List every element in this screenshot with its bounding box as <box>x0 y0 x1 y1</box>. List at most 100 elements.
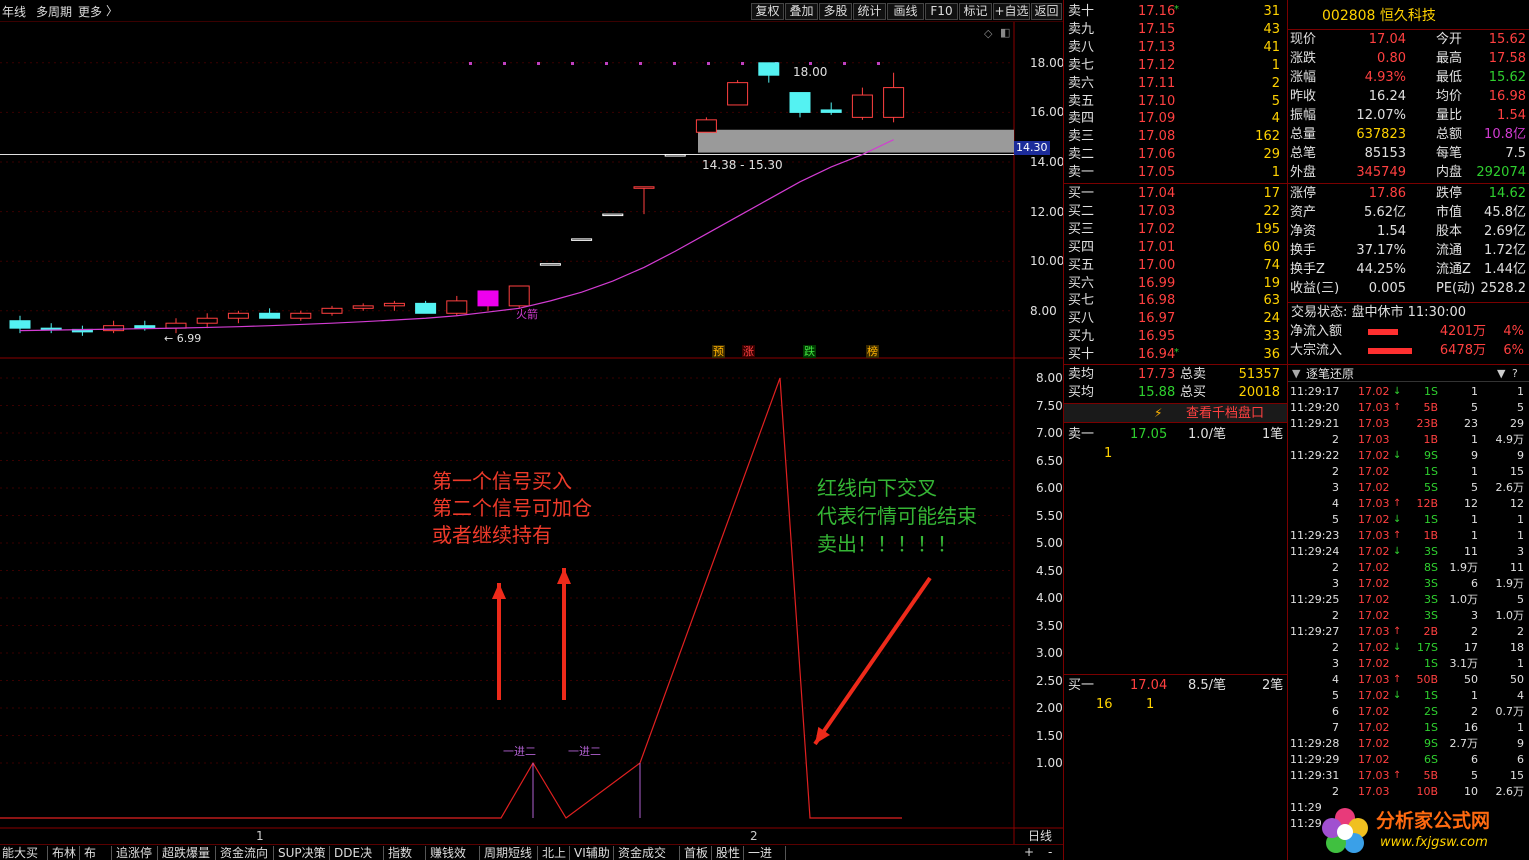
indicator-tab[interactable]: 首板 <box>682 846 712 860</box>
order-level-row[interactable]: 买三 17.02 195 <box>1064 221 1284 239</box>
collapse-icon[interactable]: ▼ <box>1292 368 1300 379</box>
candle[interactable] <box>633 186 655 215</box>
candle[interactable] <box>664 154 686 157</box>
order-level-row[interactable]: 卖四 17.09 4 <box>1064 110 1284 128</box>
candle[interactable] <box>571 238 593 241</box>
order-level-row[interactable]: 卖一 17.05 1 <box>1064 164 1284 182</box>
candle[interactable] <box>727 80 749 106</box>
indicator-tab[interactable]: 资金成交量 <box>616 846 680 860</box>
order-level-row[interactable]: 买十 16.94 * 36 <box>1064 346 1284 364</box>
current-price-tag: 14.30 <box>1014 141 1050 155</box>
badge-rise[interactable]: 涨 <box>742 345 755 358</box>
thousand-level-link[interactable]: ⚡ 查看千档盘口 <box>1064 403 1289 423</box>
toolbar-button-statistics[interactable]: 统计 <box>853 3 886 20</box>
indicator-tab[interactable]: 指数月 <box>386 846 426 860</box>
candle[interactable] <box>352 303 374 311</box>
period-label-day[interactable]: 日线 <box>1028 830 1052 842</box>
zoom-out-button[interactable]: - <box>1048 846 1052 858</box>
toolbar-button-add-watchlist[interactable]: +自选 <box>993 3 1030 20</box>
zoom-in-button[interactable]: + <box>1024 846 1034 858</box>
indicator-tab[interactable]: 布林 <box>50 846 80 860</box>
candle[interactable] <box>883 72 905 123</box>
indicator-axis-tick: 2.50 <box>1036 673 1063 688</box>
badge-forecast[interactable]: 预 <box>712 345 725 358</box>
candle[interactable] <box>820 102 842 115</box>
order-level-row[interactable]: 买九 16.95 33 <box>1064 328 1284 346</box>
candle[interactable] <box>758 62 780 83</box>
level-label: 卖四 <box>1068 111 1095 127</box>
candle[interactable] <box>851 87 873 120</box>
period-selector[interactable]: 年线 <box>2 6 26 18</box>
candle[interactable] <box>227 310 249 324</box>
order-level-row[interactable]: 买八 16.97 24 <box>1064 310 1284 328</box>
indicator-tab[interactable]: 资金流向 <box>218 846 274 860</box>
flow-label: 净流入额 <box>1290 324 1343 339</box>
toolbar-button-multi-stock[interactable]: 多股 <box>819 3 852 20</box>
candle[interactable] <box>602 213 624 217</box>
diamond-icon[interactable]: ◇ <box>984 28 992 39</box>
indicator-tab[interactable]: 周期短线 <box>482 846 538 860</box>
indicator-tab[interactable]: 北上 <box>540 846 570 860</box>
candle[interactable] <box>103 320 125 334</box>
tick-row: 2 17.02 3S 3 1.0万 <box>1288 608 1528 624</box>
quote-value: 15.62 <box>1488 70 1526 85</box>
candle[interactable] <box>508 285 530 309</box>
candle[interactable] <box>196 313 218 329</box>
filter-icon[interactable]: ▼ <box>1497 368 1505 379</box>
candle[interactable] <box>321 305 343 316</box>
order-level-row[interactable]: 买七 16.98 63 <box>1064 292 1284 310</box>
candle[interactable] <box>259 308 281 319</box>
badge-rank[interactable]: 榜 <box>866 345 879 358</box>
order-level-row[interactable]: 买四 17.01 60 <box>1064 239 1284 257</box>
indicator-tab[interactable]: 赚钱效应 <box>428 846 480 860</box>
order-level-row[interactable]: 卖十 17.16 * 31 <box>1064 3 1284 21</box>
indicator-tab[interactable]: 追涨停 <box>114 846 158 860</box>
toolbar-button-fuquan[interactable]: 复权 <box>751 3 784 20</box>
toolbar-button-overlay[interactable]: 叠加 <box>785 3 818 20</box>
badge-fall[interactable]: 跌 <box>803 345 816 358</box>
candle[interactable] <box>695 117 717 133</box>
candle[interactable] <box>383 300 405 311</box>
toolbar-button-draw[interactable]: 画线 <box>887 3 924 20</box>
candle[interactable] <box>477 290 499 311</box>
indicator-tab[interactable]: SUP决策 <box>276 846 330 860</box>
candle[interactable] <box>789 92 811 118</box>
candle[interactable] <box>40 323 62 334</box>
order-level-row[interactable]: 卖八 17.13 41 <box>1064 39 1284 57</box>
indicator-tab[interactable]: VI辅助 <box>572 846 614 860</box>
toolbar-button-back[interactable]: 返回 <box>1031 3 1062 20</box>
indicator-tab[interactable]: 股性 <box>714 846 744 860</box>
order-level-row[interactable]: 卖三 17.08 162 <box>1064 128 1284 146</box>
stock-title[interactable]: 002808 恒久科技 <box>1322 9 1436 23</box>
toolbar-button-mark[interactable]: 标记 <box>959 3 992 20</box>
more-button[interactable]: 更多 <box>78 6 102 18</box>
candle[interactable] <box>71 325 93 336</box>
order-level-row[interactable]: 卖五 17.10 5 <box>1064 93 1284 111</box>
candle[interactable] <box>165 318 187 334</box>
indicator-tab[interactable]: DDE决策 <box>332 846 384 860</box>
order-level-row[interactable]: 买五 17.00 74 <box>1064 257 1284 275</box>
level-volume: 29 <box>1263 147 1280 163</box>
order-level-row[interactable]: 卖六 17.11 2 <box>1064 75 1284 93</box>
help-icon[interactable]: ? <box>1512 368 1518 379</box>
indicator-tab[interactable]: 布DE <box>82 846 112 860</box>
order-level-row[interactable]: 卖九 17.15 43 <box>1064 21 1284 39</box>
order-level-row[interactable]: 卖二 17.06 29 <box>1064 146 1284 164</box>
tick-time: 4 <box>1332 497 1339 510</box>
indicator-tab[interactable]: 一进二 <box>746 846 786 860</box>
candle[interactable] <box>539 263 561 266</box>
quote-label: 昨收 <box>1290 89 1317 104</box>
order-level-row[interactable]: 卖七 17.12 1 <box>1064 57 1284 75</box>
kline-chart-area[interactable] <box>0 22 1063 844</box>
order-level-row[interactable]: 买一 17.04 17 <box>1064 185 1284 203</box>
candle[interactable] <box>290 310 312 321</box>
candle[interactable] <box>446 295 468 316</box>
expand-icon[interactable]: ◧ <box>1000 27 1010 38</box>
multi-period-button[interactable]: 多周期 <box>36 6 72 18</box>
order-level-row[interactable]: 买二 17.03 22 <box>1064 203 1284 221</box>
toolbar-button-f10[interactable]: F10 <box>925 3 958 20</box>
candle[interactable] <box>415 300 437 314</box>
order-level-row[interactable]: 买六 16.99 19 <box>1064 275 1284 293</box>
indicator-tab[interactable]: 能大买提 <box>0 846 48 860</box>
indicator-tab[interactable]: 超跌爆量 <box>160 846 216 860</box>
